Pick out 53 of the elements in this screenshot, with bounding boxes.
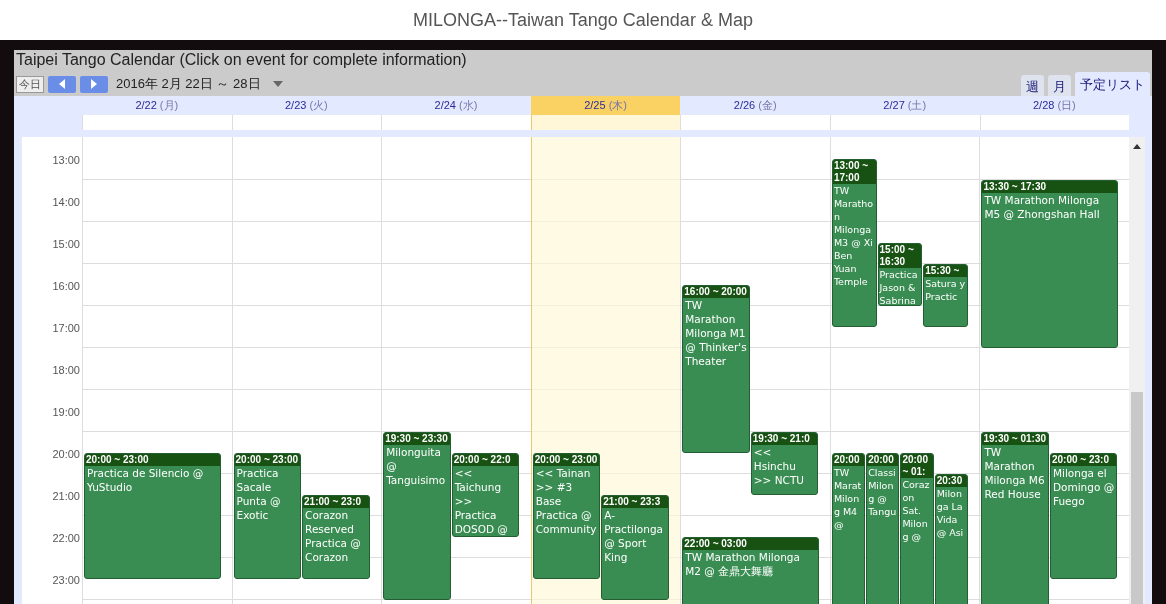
left-triangle-icon	[58, 79, 66, 89]
hour-label: 22:00	[52, 531, 80, 546]
hour-label: 16:00	[52, 279, 80, 294]
scrollbar-thumb[interactable]	[1131, 392, 1143, 604]
hour-label: 17:00	[52, 321, 80, 336]
right-triangle-icon	[90, 79, 98, 89]
hour-label: 23:00	[52, 573, 80, 588]
scroll-up-arrow-icon[interactable]	[1133, 143, 1141, 149]
calendar-event[interactable]: 21:00 ~ 23:3 A-Practilonga @ Sport King	[601, 495, 669, 600]
calendar-event[interactable]: 20:00 ~ 01: Corazon Sat. Milong @	[900, 453, 934, 604]
date-range: 2016年 2月 22日 ～ 28日	[116, 75, 261, 94]
day-header: 2/26 (金)	[732, 98, 778, 113]
today-button[interactable]: 今日	[16, 75, 44, 93]
calendar-event[interactable]: 20:00 ~ 23:00 Practica de Silencio @ YuStudio	[84, 453, 221, 579]
hour-label: 15:00	[52, 237, 80, 252]
calendar-event[interactable]: 16:00 ~ 20:00 TW Marathon Milonga M1 @ Thinker's Theater	[682, 285, 750, 453]
hour-label: 21:00	[52, 489, 80, 504]
day-header: 2/24 (水)	[433, 98, 479, 113]
hour-label: 18:00	[52, 363, 80, 378]
day-header: 2/23 (火)	[284, 98, 329, 113]
calendar-event[interactable]: 15:30 ~ Satura y Practic	[923, 264, 968, 327]
day-header: 2/27 (土)	[882, 98, 928, 113]
view-tab[interactable]: 予定リスト	[1075, 71, 1150, 98]
calendar-event[interactable]: 20:00 Classi Milong @ Tangu	[866, 453, 900, 604]
next-button[interactable]	[80, 75, 108, 93]
previous-button[interactable]	[48, 75, 76, 93]
calendar-event[interactable]: 19:30 ~ 23:30 Milonguita @ Tanguisimo	[383, 432, 451, 600]
hour-label: 14:00	[52, 195, 80, 210]
hour-label: 19:00	[52, 405, 80, 420]
calendar-event[interactable]: 13:00 ~ 17:00 TW Marathon Milonga M3 @ Xi Ben Yuan Temple	[831, 159, 877, 327]
dropdown-caret-icon[interactable]	[272, 81, 283, 87]
calendar-event[interactable]: 20:00 ~ 23:00 Practica Sacale Punta @ Exotic	[233, 453, 302, 579]
calendar-event[interactable]: 22:00 ~ 03:00 TW Marathon Milonga M2 @ 金鼎大舞廳	[682, 537, 820, 604]
hour-label: 20:00	[52, 447, 80, 462]
hour-label: 13:00	[52, 153, 80, 168]
calendar-event[interactable]: 20:30 Milon ga La Vida @ Asi	[934, 474, 968, 604]
day-header: 2/25 (木)	[530, 96, 681, 115]
calendar-event[interactable]: 20:00 ~ 23:0 Milonga el Domingo @ Fuego	[1049, 453, 1118, 579]
calendar-event[interactable]: 19:30 ~ 21:0 << Hsinchu >> NCTU	[750, 432, 819, 495]
page-title: MILONGA--Taiwan Tango Calendar & Map	[412, 8, 754, 32]
calendar-event[interactable]: 20:00 ~ 22:0 << Taichung >> Practica DOSOD @	[451, 453, 520, 537]
day-header: 2/22 (月)	[134, 98, 180, 113]
view-tab[interactable]: 月	[1048, 74, 1071, 98]
calendar-event[interactable]: 19:30 ~ 01:30 TW Marathon Milonga M6 Red House	[981, 432, 1049, 604]
scrollbar[interactable]	[1129, 137, 1145, 604]
calendar-title: Taipei Tango Calendar (Click on event for complete information)	[15, 50, 468, 70]
view-tab[interactable]: 週	[1021, 74, 1044, 98]
calendar-event[interactable]: 13:30 ~ 17:30 TW Marathon Milonga M5 @ Zhongshan Hall	[981, 180, 1119, 348]
day-header: 2/28 (日)	[1031, 98, 1077, 113]
calendar-event[interactable]: 21:00 ~ 23:0 Corazon Reserved Practica @ Corazon	[302, 495, 370, 579]
calendar-event[interactable]: 20:00 TW Marat Milong M4 @	[831, 453, 866, 604]
calendar-event[interactable]: 20:00 ~ 23:00 << Tainan >> #3 Base Practica @ Community	[532, 453, 601, 579]
calendar-event[interactable]: 15:00 ~ 16:30 Practica Jason & Sabrina	[877, 243, 923, 306]
